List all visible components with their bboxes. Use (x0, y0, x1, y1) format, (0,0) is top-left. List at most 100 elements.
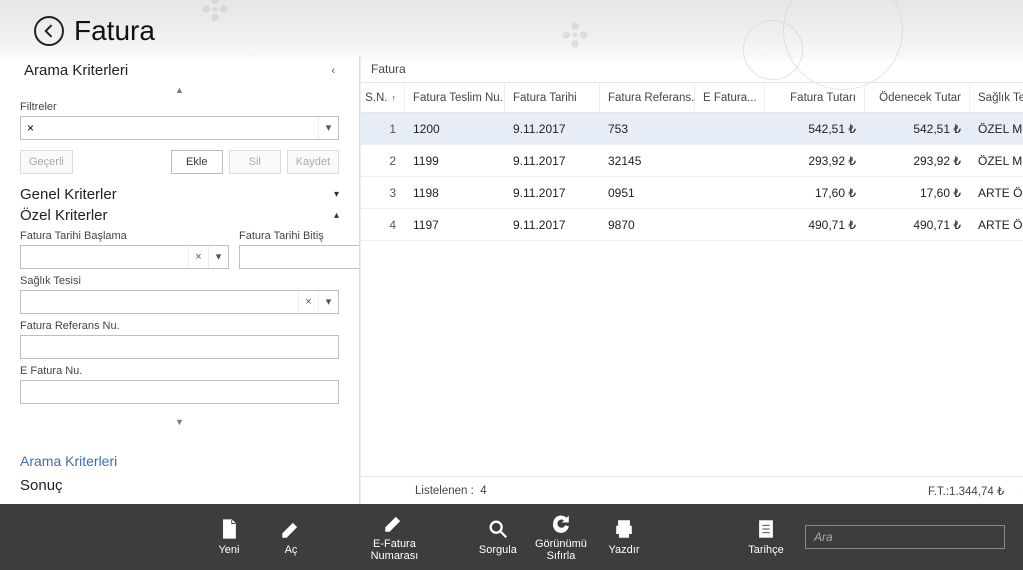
sorgula-button[interactable]: Sorgula (467, 518, 529, 556)
cell-tutar: 490,71 ₺ (765, 209, 865, 240)
history-icon (755, 518, 777, 540)
table-row[interactable]: 211999.11.201732145293,92 ₺293,92 ₺ÖZEL … (361, 145, 1023, 177)
col-ref[interactable]: Fatura Referans... (600, 83, 695, 112)
cell-efatura (695, 177, 765, 208)
efatura-button[interactable]: E-Fatura Numarası (359, 512, 429, 562)
back-button[interactable] (34, 16, 64, 46)
listed-count: 4 (480, 485, 486, 497)
cell-tesis: ÖZEL MEDSENTEZ PO (970, 145, 1023, 176)
grid-header: S.N.↑ Fatura Teslim Nu. Fatura Tarihi Fa… (361, 83, 1023, 113)
search-box[interactable] (805, 525, 1005, 549)
filters-combo[interactable]: ▾ (20, 116, 339, 140)
cell-sn: 1 (361, 113, 405, 144)
genel-kriterler-header[interactable]: Genel Kriterler (20, 186, 117, 203)
bitis-date-input[interactable]: × ▾ (239, 245, 359, 269)
ft-total: F.T.:1.344,74 ₺ (928, 484, 1004, 498)
cell-tutar: 542,51 ₺ (765, 113, 865, 144)
sidebar: Arama Kriterleri ‹ ▲ Filtreler ▾ Geçerli… (0, 56, 360, 504)
baslama-date-input[interactable]: × ▾ (20, 245, 229, 269)
col-odenecek[interactable]: Ödenecek Tutar (865, 83, 970, 112)
sil-button: Sil (229, 150, 281, 174)
grid-title: Fatura (361, 56, 1023, 83)
tesis-label: Sağlık Tesisi (20, 275, 339, 287)
col-efatura[interactable]: E Fatura... (695, 83, 765, 112)
cell-ref: 753 (600, 113, 695, 144)
search-icon (487, 518, 509, 540)
refnu-input-wrap[interactable] (20, 335, 339, 359)
cell-sn: 4 (361, 209, 405, 240)
efnu-input[interactable] (21, 381, 338, 403)
chevron-down-icon[interactable]: ▾ (334, 189, 339, 200)
table-row[interactable]: 411979.11.20179870490,71 ₺490,71 ₺ARTE Ö… (361, 209, 1023, 241)
refnu-label: Fatura Referans Nu. (20, 320, 339, 332)
tarihce-button[interactable]: Tarihçe (735, 518, 797, 556)
cell-ref: 9870 (600, 209, 695, 240)
edit-icon (280, 518, 302, 540)
col-tarih[interactable]: Fatura Tarihi (505, 83, 600, 112)
cell-tarih: 9.11.2017 (505, 177, 600, 208)
cell-efatura (695, 113, 765, 144)
table-row[interactable]: 112009.11.2017753542,51 ₺542,51 ₺ÖZEL ME… (361, 113, 1023, 145)
cell-teslim: 1198 (405, 177, 505, 208)
clear-icon[interactable]: × (298, 291, 318, 313)
cell-tesis: ÖZEL MEDSENTEZ PO (970, 113, 1023, 144)
gorunum-reset-button[interactable]: Görünümü Sıfırla (529, 512, 593, 562)
bottom-toolbar: Yeni Aç E-Fatura Numarası Sorgula Görünü… (0, 504, 1023, 570)
cell-tesis: ARTE ÖZEL HEKİMKÖ (970, 177, 1023, 208)
cell-efatura (695, 209, 765, 240)
bitis-input[interactable] (240, 246, 359, 268)
cell-odenecek: 542,51 ₺ (865, 113, 970, 144)
sort-asc-icon: ↑ (392, 93, 397, 103)
scroll-down-indicator[interactable]: ▼ (0, 417, 359, 427)
page-title: Fatura (74, 15, 155, 47)
cell-tesis: ARTE ÖZEL HEKİMKÖ (970, 209, 1023, 240)
ac-button[interactable]: Aç (260, 518, 322, 556)
tesis-input[interactable] (21, 291, 298, 313)
cell-sn: 2 (361, 145, 405, 176)
data-grid: Fatura S.N.↑ Fatura Teslim Nu. Fatura Ta… (360, 56, 1023, 504)
chevron-up-icon[interactable]: ▴ (334, 210, 339, 221)
chevron-down-icon[interactable]: ▾ (318, 291, 338, 313)
cell-teslim: 1199 (405, 145, 505, 176)
refnu-input[interactable] (21, 336, 338, 358)
edit-icon (383, 512, 405, 534)
baslama-input[interactable] (21, 246, 188, 268)
ozel-kriterler-header[interactable]: Özel Kriterler (20, 207, 108, 224)
col-tutar[interactable]: Fatura Tutarı (765, 83, 865, 112)
scroll-up-indicator[interactable]: ▲ (0, 85, 359, 95)
search-input[interactable] (805, 525, 1005, 549)
gecerli-button: Geçerli (20, 150, 73, 174)
cell-sn: 3 (361, 177, 405, 208)
col-tesis[interactable]: Sağlık Tesisi (970, 83, 1023, 112)
bitis-label: Fatura Tarihi Bitiş (239, 230, 359, 242)
cell-tarih: 9.11.2017 (505, 113, 600, 144)
col-teslim[interactable]: Fatura Teslim Nu. (405, 83, 505, 112)
cell-teslim: 1200 (405, 113, 505, 144)
cell-tutar: 17,60 ₺ (765, 177, 865, 208)
filters-label: Filtreler (20, 101, 339, 113)
cell-ref: 32145 (600, 145, 695, 176)
clear-icon[interactable]: × (188, 246, 208, 268)
cell-teslim: 1197 (405, 209, 505, 240)
cell-tarih: 9.11.2017 (505, 145, 600, 176)
filters-input[interactable] (21, 117, 318, 139)
listed-label: Listelenen : (415, 485, 474, 497)
col-sn[interactable]: S.N.↑ (361, 83, 405, 112)
results-header[interactable]: Sonuç (20, 477, 339, 494)
table-row[interactable]: 311989.11.2017095117,60 ₺17,60 ₺ARTE ÖZE… (361, 177, 1023, 209)
ekle-button[interactable]: Ekle (171, 150, 223, 174)
chevron-down-icon[interactable]: ▾ (318, 117, 338, 139)
cell-odenecek: 293,92 ₺ (865, 145, 970, 176)
collapse-sidebar-button[interactable]: ‹ (331, 65, 335, 77)
search-criteria-title: Arama Kriterleri (24, 62, 128, 79)
new-doc-icon (218, 518, 240, 540)
efnu-input-wrap[interactable] (20, 380, 339, 404)
cell-tutar: 293,92 ₺ (765, 145, 865, 176)
yazdir-button[interactable]: Yazdır (593, 518, 655, 556)
yeni-button[interactable]: Yeni (198, 518, 260, 556)
tesis-combo[interactable]: × ▾ (20, 290, 339, 314)
chevron-down-icon[interactable]: ▾ (208, 246, 228, 268)
baslama-label: Fatura Tarihi Başlama (20, 230, 229, 242)
refresh-icon (550, 512, 572, 534)
search-criteria-link[interactable]: Arama Kriterleri (20, 453, 339, 469)
